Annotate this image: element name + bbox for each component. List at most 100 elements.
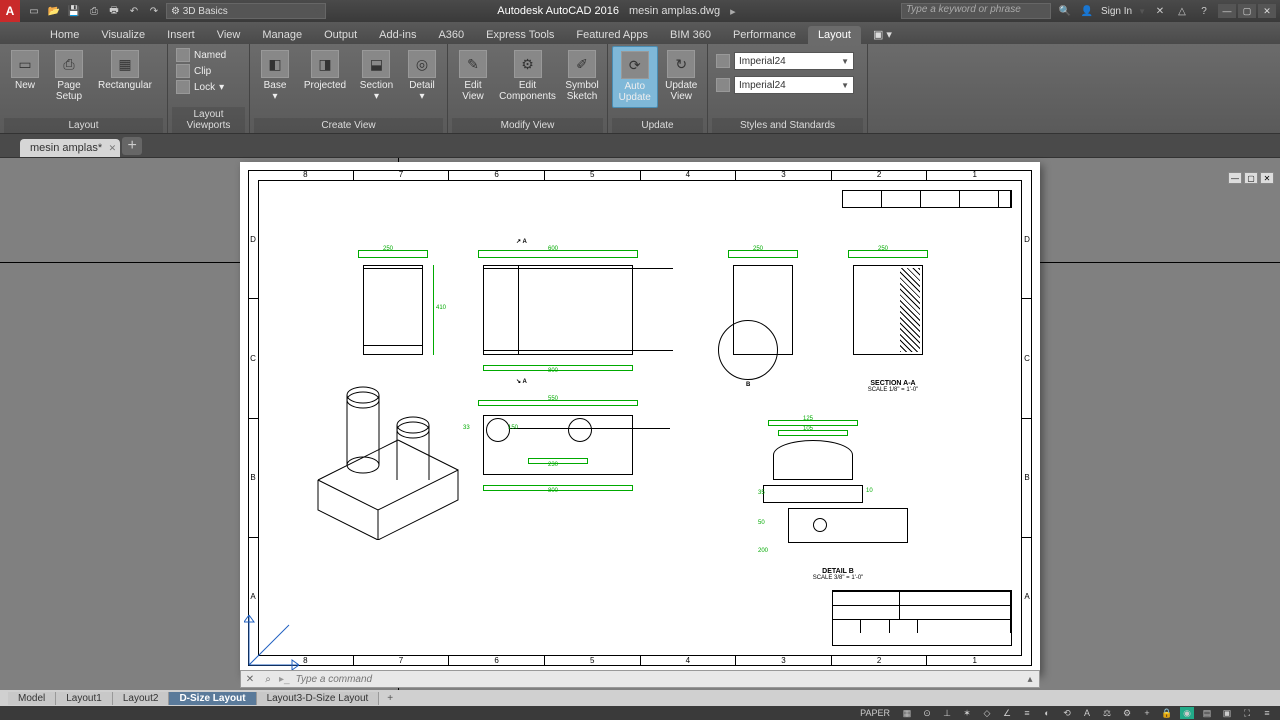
clip-viewport-button[interactable]: Clip (176, 64, 226, 78)
sb-lineweight-icon[interactable]: ≡ (1020, 707, 1034, 719)
sb-hardware-icon[interactable]: ▤ (1200, 707, 1214, 719)
vp-close-button[interactable]: ✕ (1260, 172, 1274, 184)
search-icon[interactable]: 🔍 (1057, 3, 1073, 19)
workspace-dropdown[interactable]: ⚙ 3D Basics ▼ (166, 3, 326, 19)
sb-fullscreen-icon[interactable]: ⛶ (1240, 707, 1254, 719)
layout-tab-dsize[interactable]: D-Size Layout (169, 692, 256, 705)
qat-open-icon[interactable]: 📂 (46, 3, 62, 19)
layout-tab-3[interactable]: Layout3-D-Size Layout (257, 692, 380, 705)
close-icon[interactable]: ✕ (109, 143, 117, 154)
close-button[interactable]: ✕ (1258, 4, 1276, 18)
qat-save-icon[interactable]: 💾 (66, 3, 82, 19)
sb-osnap-icon[interactable]: ◇ (980, 707, 994, 719)
sb-isolate-icon[interactable]: ◉ (1180, 707, 1194, 719)
isometric-view (308, 370, 468, 540)
sb-snap-icon[interactable]: ⊙ (920, 707, 934, 719)
qat-saveas-icon[interactable]: ⎙ (86, 3, 102, 19)
sb-transparency-icon[interactable]: ◐ (1040, 707, 1054, 719)
title-arrow-icon[interactable]: ▸ (730, 5, 736, 18)
section-view-button[interactable]: ⬓Section▾ (354, 46, 399, 106)
hatch-area (900, 268, 920, 352)
signin-icon[interactable]: 👤 (1079, 3, 1095, 19)
minimize-button[interactable]: — (1218, 4, 1236, 18)
tab-performance[interactable]: Performance (723, 26, 806, 44)
tab-layout[interactable]: Layout (808, 26, 861, 44)
help-icon[interactable]: ? (1196, 3, 1212, 19)
vp-maximize-button[interactable]: ▢ (1244, 172, 1258, 184)
section-style-dropdown[interactable]: Imperial24▼ (734, 52, 854, 70)
projected-view-button[interactable]: ◨Projected (298, 46, 352, 95)
add-doc-tab[interactable]: + (122, 137, 142, 155)
sb-scale-icon[interactable]: ⚖ (1100, 707, 1114, 719)
sb-ortho-icon[interactable]: ⊥ (940, 707, 954, 719)
page-setup-button[interactable]: ⎙PageSetup (48, 46, 90, 106)
document-tabs: mesin amplas*✕ + (0, 134, 1280, 158)
tab-featured[interactable]: Featured Apps (566, 26, 658, 44)
named-viewport-button[interactable]: Named (176, 48, 226, 62)
sb-lock-icon[interactable]: 🔒 (1160, 707, 1174, 719)
ruler-top: 87654321 (258, 170, 1022, 180)
tab-express[interactable]: Express Tools (476, 26, 564, 44)
tab-insert[interactable]: Insert (157, 26, 205, 44)
detail-style-dropdown[interactable]: Imperial24▼ (734, 76, 854, 94)
qat-undo-icon[interactable]: ↶ (126, 3, 142, 19)
base-view-button[interactable]: ◧Base▾ (254, 46, 296, 106)
sb-customize-icon[interactable]: ≡ (1260, 707, 1274, 719)
qat-print-icon[interactable]: 🖶 (106, 3, 122, 19)
style1-icon (716, 54, 730, 68)
layout-tab-2[interactable]: Layout2 (113, 692, 170, 705)
tab-extra-icon[interactable]: ▣ ▾ (863, 25, 902, 44)
edit-icon: ✎ (459, 50, 487, 78)
symbol-sketch-button[interactable]: ✐SymbolSketch (561, 46, 603, 106)
app-logo[interactable]: A (0, 0, 20, 22)
tab-bim360[interactable]: BIM 360 (660, 26, 721, 44)
sb-gear-icon[interactable]: ⚙ (1120, 707, 1134, 719)
tab-output[interactable]: Output (314, 26, 367, 44)
sb-annotation-icon[interactable]: A (1080, 707, 1094, 719)
chevron-down-icon[interactable]: ▼ (1138, 7, 1146, 16)
new-layout-button[interactable]: ▭New (4, 46, 46, 95)
layout-tab-model[interactable]: Model (8, 692, 56, 705)
auto-update-button[interactable]: ⟳AutoUpdate (612, 46, 658, 108)
quick-access-toolbar: ▭ 📂 💾 ⎙ 🖶 ↶ ↷ ⚙ 3D Basics ▼ (20, 3, 332, 19)
command-input[interactable] (292, 674, 1021, 685)
edit-components-button[interactable]: ⚙EditComponents (496, 46, 559, 106)
tab-addins[interactable]: Add-ins (369, 26, 426, 44)
search-input[interactable]: Type a keyword or phrase (901, 3, 1051, 19)
rectangular-button[interactable]: ▦Rectangular (92, 46, 158, 95)
detail-icon: ◎ (408, 50, 436, 78)
lock-viewport-button[interactable]: Lock ▾ (176, 80, 226, 94)
doc-tab[interactable]: mesin amplas*✕ (20, 139, 120, 157)
sb-clean-icon[interactable]: ▣ (1220, 707, 1234, 719)
qat-redo-icon[interactable]: ↷ (146, 3, 162, 19)
signin-label[interactable]: Sign In (1101, 6, 1132, 17)
ruler-left: DCBA (248, 180, 258, 656)
tab-a360[interactable]: A360 (428, 26, 474, 44)
add-layout-tab[interactable]: + (379, 692, 401, 705)
status-mode[interactable]: PAPER (856, 708, 894, 718)
maximize-button[interactable]: ▢ (1238, 4, 1256, 18)
exchange-icon[interactable]: ✕ (1152, 3, 1168, 19)
tab-home[interactable]: Home (40, 26, 89, 44)
tab-view[interactable]: View (207, 26, 251, 44)
tab-visualize[interactable]: Visualize (91, 26, 155, 44)
cmd-history-icon[interactable]: ▴ (1021, 674, 1039, 685)
detail-view-button[interactable]: ◎Detail▾ (401, 46, 443, 106)
drawing-canvas[interactable]: — ▢ ✕ 87654321 87654321 DCBA DCBA 250 41… (0, 158, 1280, 690)
update-view-button[interactable]: ↻UpdateView (660, 46, 704, 106)
vp-minimize-button[interactable]: — (1228, 172, 1242, 184)
sb-grid-icon[interactable]: ▦ (900, 707, 914, 719)
ribbon: ▭New ⎙PageSetup ▦Rectangular Layout Name… (0, 44, 1280, 134)
layout-tab-1[interactable]: Layout1 (56, 692, 113, 705)
qat-new-icon[interactable]: ▭ (26, 3, 42, 19)
sb-cycling-icon[interactable]: ⟲ (1060, 707, 1074, 719)
sb-otrack-icon[interactable]: ∠ (1000, 707, 1014, 719)
sb-polar-icon[interactable]: ✶ (960, 707, 974, 719)
title-right: Type a keyword or phrase 🔍 👤 Sign In ▼ ✕… (901, 3, 1280, 19)
cloud-icon[interactable]: △ (1174, 3, 1190, 19)
tab-manage[interactable]: Manage (252, 26, 312, 44)
panel-title-createview: Create View (254, 118, 443, 133)
edit-view-button[interactable]: ✎EditView (452, 46, 494, 106)
sb-plus-icon[interactable]: + (1140, 707, 1154, 719)
cmd-close-icon[interactable]: ✕ (241, 674, 259, 685)
